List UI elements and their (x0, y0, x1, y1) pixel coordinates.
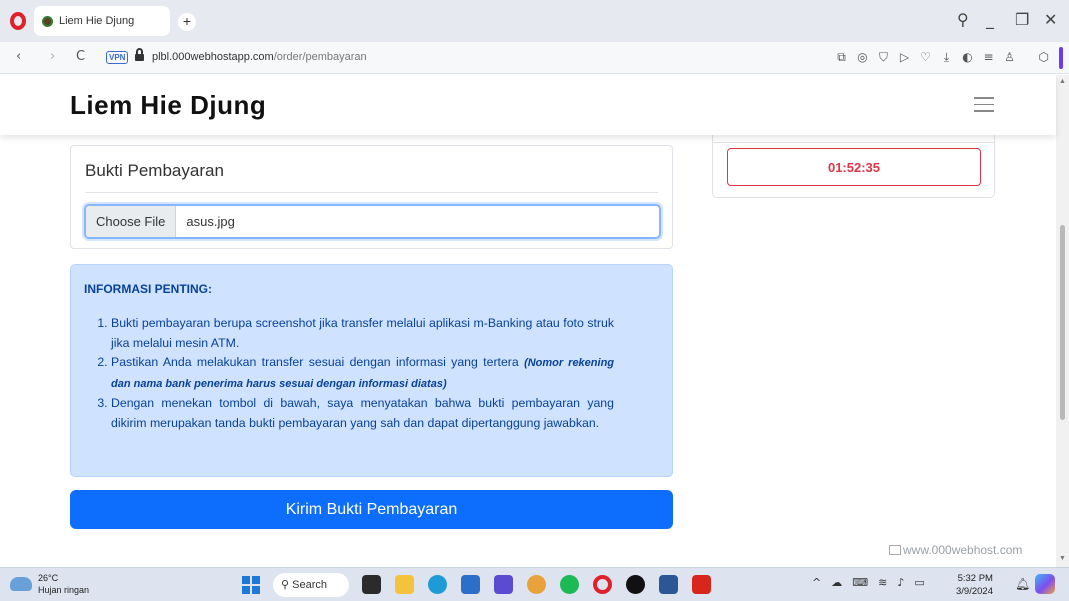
rain-cloud-icon (10, 577, 32, 591)
page-scrollbar[interactable]: ▲ ▼ (1056, 75, 1069, 567)
search-tabs-icon[interactable]: ⚲ (957, 10, 969, 29)
weather-widget[interactable]: 26°C Hujan ringan (10, 572, 89, 596)
submit-payment-proof-button[interactable]: Kirim Bukti Pembayaran (70, 490, 673, 529)
weather-condition: Hujan ringan (38, 585, 90, 595)
divider (713, 142, 994, 143)
taskbar-search-label: Search (292, 579, 327, 591)
copilot-icon[interactable] (1035, 574, 1055, 594)
temperature: 26°C (38, 573, 59, 583)
player-icon[interactable]: ▷ (897, 47, 912, 67)
site-header: Liem Hie Djung (0, 75, 1056, 135)
broken-image-icon (889, 545, 901, 555)
snapshot-icon[interactable]: ⧉ (834, 47, 849, 67)
app-icon[interactable] (494, 575, 513, 594)
reload-button[interactable]: C (76, 49, 85, 64)
sidebar-toggle-icon[interactable]: ◐ (960, 47, 975, 67)
lock-icon[interactable] (135, 48, 144, 62)
clock-date: 3/9/2024 (956, 586, 993, 597)
chrome-icon[interactable] (527, 575, 546, 594)
vpn-badge[interactable]: VPN (106, 51, 129, 64)
hosting-badge[interactable]: www.000webhost.com (889, 543, 1022, 557)
download-icon[interactable]: ⤓ (939, 47, 954, 67)
minimize-button[interactable]: _ (986, 10, 994, 29)
payment-proof-card: Bukti Pembayaran Choose File asus.jpg (70, 145, 673, 249)
store-icon[interactable] (461, 575, 480, 594)
info-item: Pastikan Anda melakukan transfer sesuai … (111, 353, 614, 394)
info-list: Bukti pembayaran berupa screenshot jika … (107, 314, 614, 433)
divider (85, 192, 658, 193)
battery-icon[interactable]: ▭ (914, 576, 924, 589)
chevron-up-icon[interactable]: ^ (812, 576, 821, 589)
opera-logo-icon[interactable] (10, 12, 26, 30)
file-explorer-icon[interactable] (395, 575, 414, 594)
search-icon: ⚲ (281, 579, 293, 591)
browser-tab-strip: Liem Hie Djung + ⚲ _ ❐ ✕ (0, 0, 1069, 42)
hosting-badge-text: www.000webhost.com (903, 543, 1023, 557)
new-tab-button[interactable]: + (178, 13, 196, 31)
scroll-up-arrow-icon[interactable]: ▲ (1059, 78, 1066, 85)
acrobat-icon[interactable] (692, 575, 711, 594)
address-bar: ‹ › C VPN plbl.000webhostapp.com/order/p… (0, 42, 1069, 74)
info-item-text: Pastikan Anda melakukan transfer sesuai … (111, 355, 519, 369)
clock-time: 5:32 PM (957, 573, 993, 584)
clock[interactable]: 5:32 PM 3/9/2024 (956, 572, 993, 598)
taskbar-apps (362, 575, 711, 594)
edge-icon[interactable] (428, 575, 447, 594)
forward-button[interactable]: › (50, 49, 55, 64)
spotify-icon[interactable] (560, 575, 579, 594)
notification-bell-icon[interactable]: 🔔︎ (1015, 577, 1030, 591)
profile-icon[interactable]: ♙ (1002, 47, 1017, 67)
taskbar-search[interactable]: ⚲ Search (273, 573, 349, 597)
volume-icon[interactable]: ♪ (897, 576, 904, 589)
countdown-timer: 01:52:35 (727, 148, 981, 186)
scrollbar-thumb[interactable] (1060, 225, 1065, 420)
windows-taskbar: 26°C Hujan ringan ⚲ Search ^ ☁ ⌨ ≋ ♪ ▭ 5:… (0, 567, 1069, 601)
wallet-icon[interactable]: ⬡ (1039, 50, 1049, 64)
heart-icon[interactable]: ♡ (918, 47, 933, 67)
keyboard-icon[interactable]: ⌨ (852, 576, 868, 589)
file-input[interactable]: Choose File asus.jpg (84, 204, 661, 239)
site-favicon-icon (42, 15, 53, 27)
shield-icon[interactable]: ⛉ (876, 47, 891, 67)
info-item: Dengan menekan tombol di bawah, saya men… (111, 394, 614, 433)
close-window-button[interactable]: ✕ (1044, 10, 1057, 29)
sidebar-accent-bar (1059, 47, 1063, 69)
task-view-icon[interactable] (362, 575, 381, 594)
browser-tab[interactable]: Liem Hie Djung (34, 6, 170, 36)
restore-button[interactable]: ❐ (1015, 10, 1029, 29)
wifi-icon[interactable]: ≋ (878, 576, 887, 589)
countdown-card: 01:52:35 (712, 130, 995, 198)
tab-title: Liem Hie Djung (59, 15, 135, 27)
url-host: plbl.000webhostapp.com (152, 51, 274, 63)
system-tray: ^ ☁ ⌨ ≋ ♪ ▭ (812, 576, 925, 589)
word-icon[interactable] (659, 575, 678, 594)
site-title[interactable]: Liem Hie Djung (70, 90, 266, 121)
tiktok-icon[interactable] (626, 575, 645, 594)
camera-icon[interactable]: ◎ (855, 47, 870, 67)
selected-file-name: asus.jpg (186, 214, 235, 229)
page-viewport: Liem Hie Djung 01:52:35 Bukti Pembayaran… (0, 75, 1069, 567)
windows-start-icon[interactable] (242, 576, 260, 594)
url-field[interactable]: plbl.000webhostapp.com/order/pembayaran (152, 51, 367, 63)
choose-file-button[interactable]: Choose File (86, 206, 177, 237)
payment-proof-heading: Bukti Pembayaran (85, 161, 224, 180)
weather-text: 26°C Hujan ringan (38, 572, 89, 596)
hamburger-menu-icon[interactable] (974, 97, 994, 112)
back-button[interactable]: ‹ (16, 49, 21, 64)
info-item: Bukti pembayaran berupa screenshot jika … (111, 314, 614, 353)
scroll-down-arrow-icon[interactable]: ▼ (1059, 555, 1066, 562)
cloud-icon[interactable]: ☁ (831, 576, 842, 589)
info-title: INFORMASI PENTING: (84, 282, 212, 296)
extension-toolbar: ⧉ ◎ ⛉ ▷ ♡ ⤓ ◐ ≡ ♙ (834, 47, 1017, 67)
important-info-alert: INFORMASI PENTING: Bukti pembayaran beru… (70, 264, 673, 477)
opera-taskbar-icon[interactable] (593, 575, 612, 594)
url-path: /order/pembayaran (273, 51, 367, 63)
menu-lines-icon[interactable]: ≡ (981, 47, 996, 67)
